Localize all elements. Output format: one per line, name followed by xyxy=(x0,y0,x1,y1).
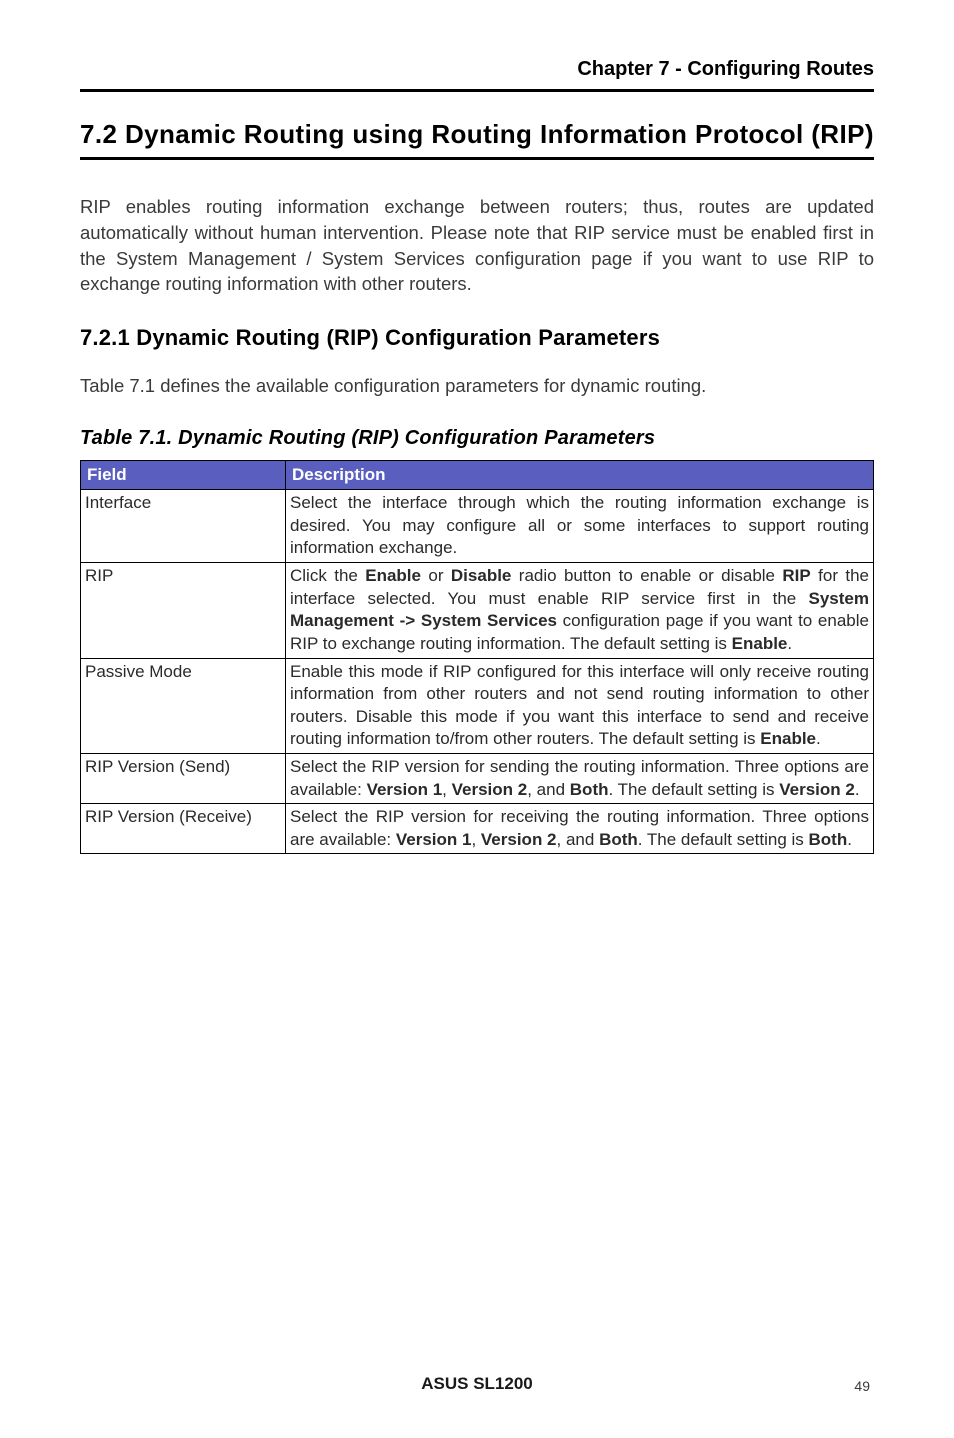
table-caption: Table 7.1. Dynamic Routing (RIP) Configu… xyxy=(80,427,874,450)
subsection-intro-paragraph: Table 7.1 defines the available configur… xyxy=(80,373,874,399)
subsection-title: 7.2.1 Dynamic Routing (RIP) Configuratio… xyxy=(80,325,874,351)
description-cell: Select the interface through which the r… xyxy=(286,490,874,563)
table-header-description: Description xyxy=(286,461,874,490)
page-number: 49 xyxy=(854,1378,870,1394)
field-cell: RIP Version (Receive) xyxy=(81,804,286,854)
header-rule xyxy=(80,89,874,92)
footer-product: ASUS SL1200 xyxy=(0,1374,954,1394)
field-cell: RIP Version (Send) xyxy=(81,753,286,803)
field-cell: Passive Mode xyxy=(81,658,286,753)
page-header: Chapter 7 - Configuring Routes xyxy=(80,58,874,81)
section-title: 7.2 Dynamic Routing using Routing Inform… xyxy=(80,118,874,160)
parameters-table: Field Description InterfaceSelect the in… xyxy=(80,460,874,854)
table-row: RIP Version (Receive)Select the RIP vers… xyxy=(81,804,874,854)
table-row: Passive ModeEnable this mode if RIP conf… xyxy=(81,658,874,753)
table-row: InterfaceSelect the interface through wh… xyxy=(81,490,874,563)
field-cell: RIP xyxy=(81,563,286,658)
table-header-row: Field Description xyxy=(81,461,874,490)
intro-paragraph: RIP enables routing information exchange… xyxy=(80,194,874,298)
table-row: RIP Version (Send)Select the RIP version… xyxy=(81,753,874,803)
description-cell: Select the RIP version for sending the r… xyxy=(286,753,874,803)
table-header-field: Field xyxy=(81,461,286,490)
description-cell: Enable this mode if RIP configured for t… xyxy=(286,658,874,753)
field-cell: Interface xyxy=(81,490,286,563)
description-cell: Select the RIP version for receiving the… xyxy=(286,804,874,854)
table-row: RIPClick the Enable or Disable radio but… xyxy=(81,563,874,658)
description-cell: Click the Enable or Disable radio button… xyxy=(286,563,874,658)
